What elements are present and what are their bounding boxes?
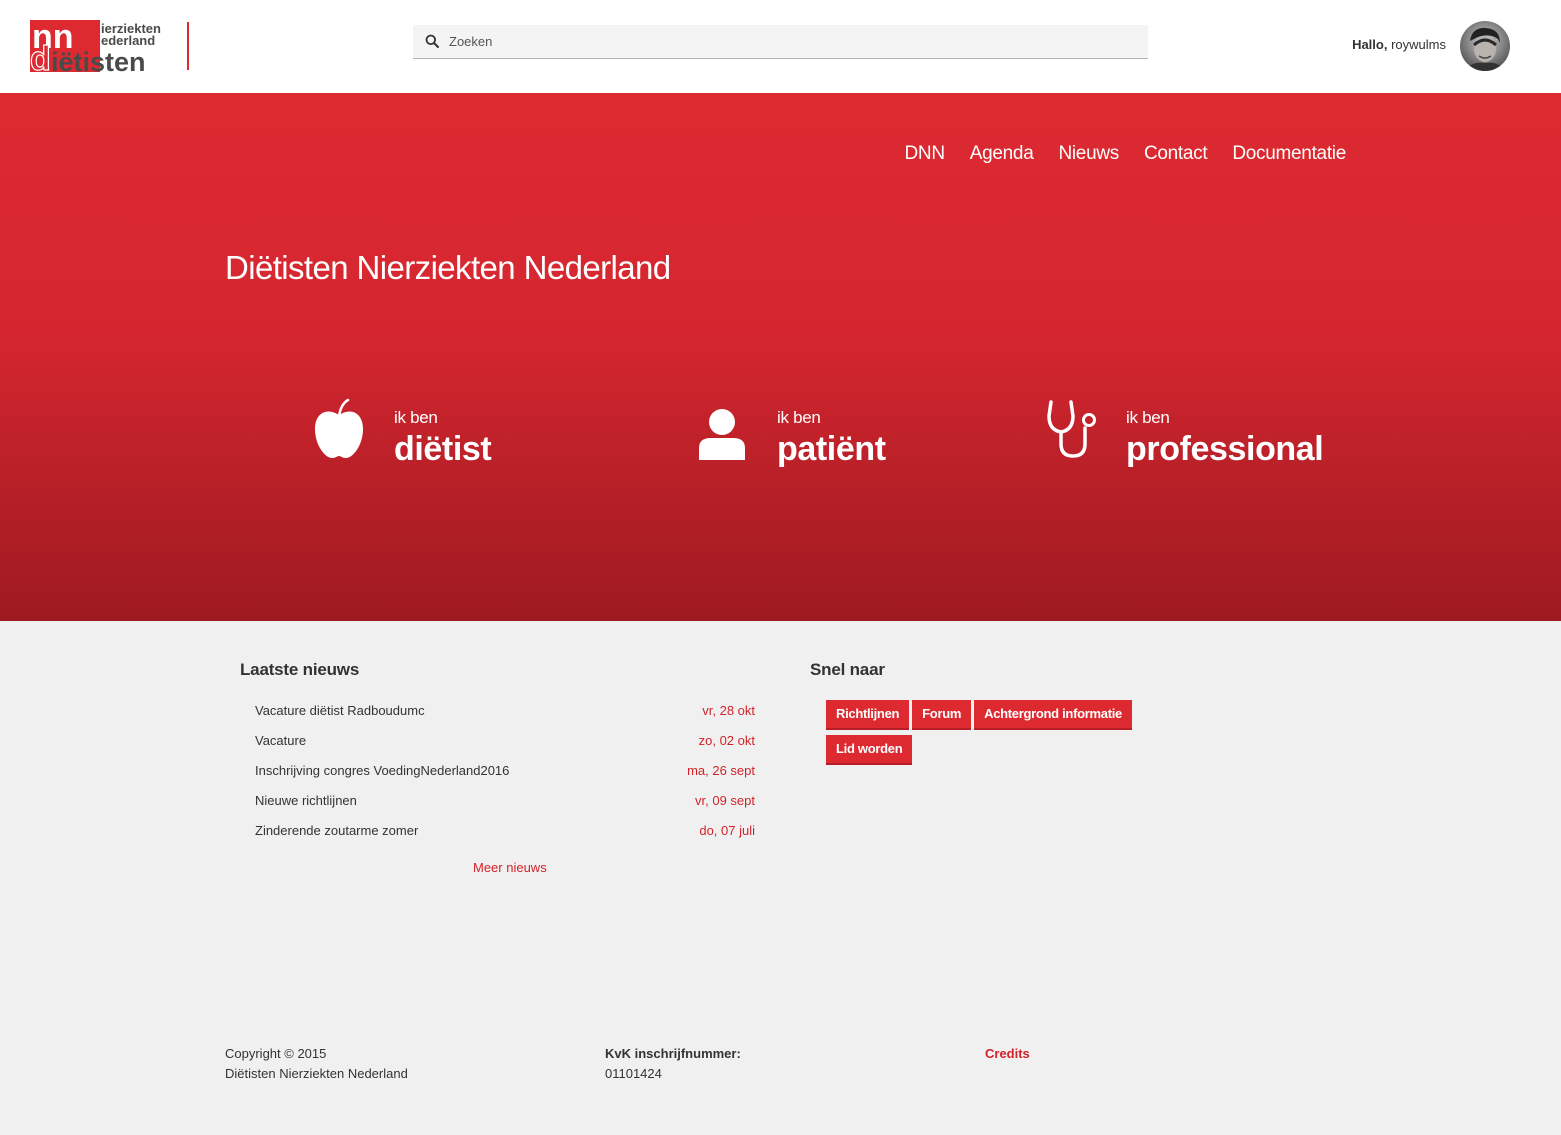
news-item[interactable]: Zinderende zoutarme zomer do, 07 juli: [255, 823, 755, 853]
quicklink-richtlijnen-button[interactable]: Richtlijnen: [826, 700, 910, 730]
news-item[interactable]: Vacature zo, 02 okt: [255, 733, 755, 763]
news-item-date: zo, 02 okt: [698, 733, 755, 748]
role-small-label: ik ben: [1126, 408, 1170, 427]
quicklinks-section-title: Snel naar: [810, 660, 885, 679]
role-dietist-link[interactable]: ik ben diëtist: [313, 398, 513, 478]
greeting-label: Hallo,: [1352, 37, 1388, 52]
news-item[interactable]: Vacature diëtist Radboudumc vr, 28 okt: [255, 703, 755, 733]
search-icon: [425, 34, 439, 48]
main-nav: DNN Agenda Nieuws Contact Documentatie: [904, 143, 1346, 165]
page-title: Diëtisten Nierziekten Nederland: [225, 249, 671, 286]
avatar-image: [1460, 21, 1510, 71]
news-item-title: Zinderende zoutarme zomer: [255, 823, 419, 838]
role-big-label: diëtist: [394, 430, 492, 468]
news-item-date: vr, 09 sept: [695, 793, 755, 808]
kvk-number: 01101424: [605, 1066, 662, 1081]
news-item-title: Vacature diëtist Radboudumc: [255, 703, 425, 718]
news-item[interactable]: Inschrijving congres VoedingNederland201…: [255, 763, 755, 793]
logo-d-letter: d: [30, 40, 51, 72]
news-item-title: Vacature: [255, 733, 307, 748]
quicklink-lid-worden-button[interactable]: Lid worden: [826, 735, 913, 765]
copyright-line: Copyright © 2015: [225, 1046, 327, 1061]
news-list: Vacature diëtist Radboudumc vr, 28 okt V…: [255, 703, 755, 853]
footer-copyright: Copyright © 2015 Diëtisten Nierziekten N…: [225, 1044, 408, 1084]
search-input[interactable]: [449, 25, 1139, 58]
copyright-org: Diëtisten Nierziekten Nederland: [225, 1066, 408, 1081]
news-item-date: vr, 28 okt: [702, 703, 755, 718]
role-professional-link[interactable]: ik ben professional: [1045, 398, 1345, 478]
news-item-date: do, 07 juli: [699, 823, 755, 838]
stethoscope-icon: [1047, 400, 1096, 458]
news-section-title: Laatste nieuws: [240, 660, 360, 679]
news-item-date: ma, 26 sept: [687, 763, 755, 778]
more-news-link[interactable]: Meer nieuws: [473, 860, 547, 875]
site-logo[interactable]: nn d ierziekten ederland iëtisten: [29, 18, 190, 79]
nav-item-nieuws[interactable]: Nieuws: [1058, 143, 1119, 165]
nav-item-documentatie[interactable]: Documentatie: [1232, 143, 1346, 165]
role-big-label: professional: [1126, 430, 1324, 468]
hero-banner: DNN Agenda Nieuws Contact Documentatie D…: [0, 93, 1561, 621]
role-small-label: ik ben: [777, 408, 821, 427]
site-header: nn d ierziekten ederland iëtisten Hallo,…: [0, 0, 1561, 93]
username: roywulms: [1391, 37, 1446, 52]
quicklink-forum-button[interactable]: Forum: [912, 700, 972, 730]
search-bar: [413, 25, 1148, 59]
footer-kvk: KvK inschrijfnummer: 01101424: [605, 1044, 741, 1084]
quicklink-achtergrond-button[interactable]: Achtergrond informatie: [974, 700, 1132, 730]
news-item[interactable]: Nieuwe richtlijnen vr, 09 sept: [255, 793, 755, 823]
credits-link[interactable]: Credits: [985, 1046, 1030, 1061]
news-item-title: Nieuwe richtlijnen: [255, 793, 357, 808]
role-patient-link[interactable]: ik ben patiënt: [697, 398, 917, 478]
avatar[interactable]: [1460, 21, 1510, 71]
footer-credits: Credits: [985, 1044, 1030, 1064]
role-big-label: patiënt: [777, 430, 886, 468]
quicklinks-group: Richtlijnen Forum Achtergrond informatie…: [826, 700, 1146, 765]
role-small-label: ik ben: [394, 408, 438, 427]
kvk-label: KvK inschrijfnummer:: [605, 1046, 741, 1061]
apple-icon: [315, 398, 363, 458]
nav-item-dnn[interactable]: DNN: [904, 143, 945, 165]
nav-item-agenda[interactable]: Agenda: [970, 143, 1034, 165]
news-item-title: Inschrijving congres VoedingNederland201…: [255, 763, 510, 778]
logo-mark: nn d ierziekten ederland iëtisten: [29, 18, 189, 79]
nav-item-contact[interactable]: Contact: [1144, 143, 1208, 165]
logo-line3: iëtisten: [51, 47, 146, 72]
logo-line2: ederland: [101, 33, 155, 48]
user-icon: [699, 409, 745, 460]
user-greeting[interactable]: Hallo, roywulms: [1352, 37, 1446, 52]
